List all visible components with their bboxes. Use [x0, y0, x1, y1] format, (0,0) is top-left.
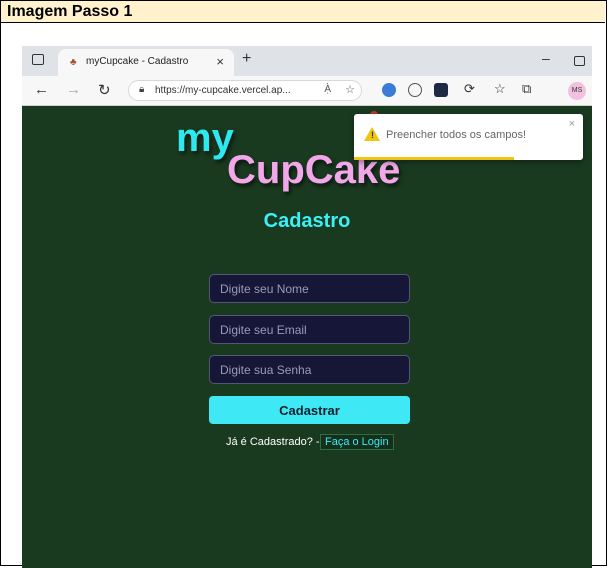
- extensions-puzzle-icon[interactable]: ⟳: [464, 81, 475, 97]
- favorites-icon[interactable]: ☆: [494, 81, 506, 97]
- warning-mark: !: [371, 130, 374, 140]
- url-field[interactable]: 🔒︎ https://my-cupcake.vercel.ap... Ạ̀ ☆: [128, 80, 362, 101]
- extension-circle-icon[interactable]: [408, 83, 422, 97]
- lock-icon: 🔒︎: [139, 84, 145, 95]
- page-content: my CupCake Cadastro Cadastrar Já é Cadas…: [22, 106, 592, 568]
- tab-title: myCupcake - Cadastro: [86, 56, 189, 67]
- extension-blue-icon[interactable]: [382, 83, 396, 97]
- tab-active[interactable]: ♣ myCupcake - Cadastro ×: [58, 49, 234, 76]
- collections-icon[interactable]: ⧉: [522, 81, 531, 97]
- browser-window: ♣ myCupcake - Cadastro × + – ← → ↻ 🔒︎ ht…: [22, 46, 592, 568]
- minimize-icon[interactable]: –: [542, 50, 550, 66]
- page-title: Cadastro: [263, 210, 351, 232]
- logo-my: my: [176, 116, 234, 160]
- favorite-add-icon[interactable]: ☆: [345, 83, 355, 96]
- tab-close-icon[interactable]: ×: [216, 54, 224, 69]
- maximize-icon[interactable]: [574, 56, 585, 66]
- url-text: https://my-cupcake.vercel.ap...: [155, 85, 291, 96]
- toast-message: Preencher todos os campos!: [386, 129, 527, 141]
- tab-bar: ♣ myCupcake - Cadastro × + –: [22, 46, 592, 76]
- warning-toast: ! Preencher todos os campos! ×: [354, 114, 583, 160]
- login-prompt: Já é Cadastrado? -: [226, 436, 320, 448]
- toast-close-icon[interactable]: ×: [569, 118, 575, 130]
- toast-progress: [354, 157, 515, 160]
- cupcake-favicon-icon: ♣: [70, 57, 77, 68]
- register-button[interactable]: Cadastrar: [209, 396, 410, 424]
- caption-title: Imagem Passo 1: [7, 3, 133, 20]
- back-icon[interactable]: ←: [34, 81, 49, 98]
- tab-actions-icon[interactable]: [32, 54, 44, 65]
- address-bar: ← → ↻ 🔒︎ https://my-cupcake.vercel.ap...…: [22, 76, 592, 106]
- forward-icon[interactable]: →: [66, 81, 81, 98]
- read-aloud-icon[interactable]: Ạ̀: [324, 84, 331, 95]
- react-devtools-icon[interactable]: [434, 83, 448, 97]
- email-input[interactable]: [209, 315, 410, 344]
- caption-bar: Imagem Passo 1: [1, 1, 605, 23]
- password-input[interactable]: [209, 355, 410, 384]
- new-tab-icon[interactable]: +: [242, 50, 251, 68]
- profile-avatar[interactable]: MS: [568, 82, 586, 100]
- login-link[interactable]: Faça o Login: [320, 434, 394, 450]
- name-input[interactable]: [209, 274, 410, 303]
- refresh-icon[interactable]: ↻: [98, 81, 111, 99]
